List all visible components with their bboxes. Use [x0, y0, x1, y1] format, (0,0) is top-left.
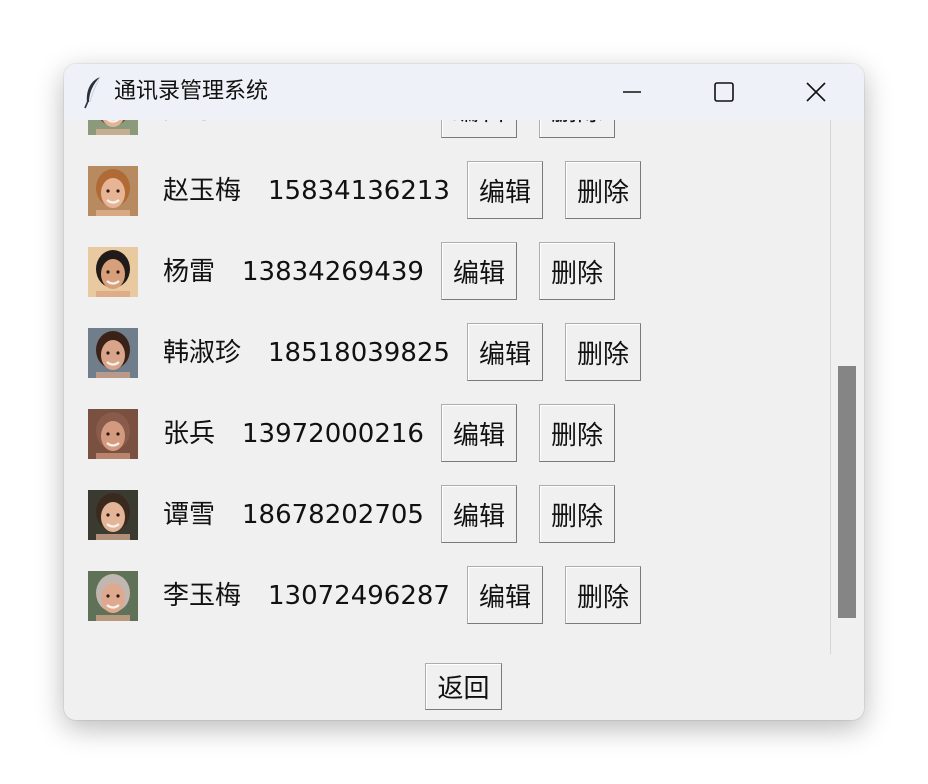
delete-button[interactable]: 删除	[565, 161, 641, 219]
contact-name: 张兵	[163, 419, 216, 449]
face-icon	[88, 247, 138, 297]
maximize-button[interactable]	[678, 64, 770, 120]
delete-button[interactable]: 删除	[539, 242, 615, 300]
edit-button[interactable]: 编辑	[467, 323, 543, 381]
avatar	[88, 490, 138, 540]
title-bar[interactable]: 通讯录管理系统	[64, 64, 864, 120]
feather-icon	[84, 76, 101, 109]
face-icon	[88, 120, 138, 135]
contact-phone: 18678202705	[242, 500, 424, 530]
contact-phone: 13834269439	[242, 257, 424, 287]
contact-name: 赵玉梅	[163, 176, 242, 206]
contact-row: 韩淑珍 18518039825 编辑 删除	[64, 312, 830, 393]
contact-row: 谭雪 18678202705 编辑 删除	[64, 474, 830, 555]
edit-button[interactable]: 编辑	[441, 404, 517, 462]
edit-button[interactable]: 编辑	[467, 161, 543, 219]
face-icon	[88, 490, 138, 540]
contact-name: 杨雷	[163, 257, 216, 287]
delete-button[interactable]: 删除	[565, 323, 641, 381]
avatar	[88, 409, 138, 459]
maximize-icon	[714, 82, 734, 102]
scrollbar-thumb[interactable]	[838, 366, 856, 618]
face-icon	[88, 409, 138, 459]
avatar	[88, 328, 138, 378]
contact-phone: 13072496287	[268, 581, 450, 611]
edit-button[interactable]: 编辑	[441, 120, 517, 138]
contact-row: 李玉梅 13072496287 编辑 删除	[64, 555, 830, 636]
face-icon	[88, 166, 138, 216]
delete-button[interactable]: 删除	[539, 485, 615, 543]
avatar	[88, 166, 138, 216]
app-window: 通讯录管理系统 陈婷 18071242918 编辑 删除 赵玉梅 1583413…	[64, 64, 864, 720]
avatar	[88, 247, 138, 297]
minimize-icon	[623, 91, 641, 93]
avatar	[88, 571, 138, 621]
face-icon	[88, 571, 138, 621]
contact-name: 李玉梅	[163, 581, 242, 611]
delete-button[interactable]: 删除	[539, 404, 615, 462]
contact-phone: 18071242918	[242, 120, 424, 128]
contact-list[interactable]: 陈婷 18071242918 编辑 删除 赵玉梅 15834136213 编辑 …	[64, 120, 830, 654]
edit-button[interactable]: 编辑	[441, 242, 517, 300]
contact-row: 杨雷 13834269439 编辑 删除	[64, 231, 830, 312]
contact-row: 张兵 13972000216 编辑 删除	[64, 393, 830, 474]
delete-button[interactable]: 删除	[539, 120, 615, 138]
contact-row: 赵玉梅 15834136213 编辑 删除	[64, 150, 830, 231]
delete-button[interactable]: 删除	[565, 566, 641, 624]
face-icon	[88, 328, 138, 378]
close-button[interactable]	[770, 64, 862, 120]
contact-name: 韩淑珍	[163, 338, 242, 368]
window-title: 通讯录管理系统	[114, 79, 269, 104]
edit-button[interactable]: 编辑	[467, 566, 543, 624]
close-icon	[806, 82, 826, 102]
contact-row: 陈婷 18071242918 编辑 删除	[64, 120, 830, 150]
contact-phone: 13972000216	[242, 419, 424, 449]
contact-name: 陈婷	[163, 120, 215, 128]
minimize-button[interactable]	[586, 64, 678, 120]
edit-button[interactable]: 编辑	[441, 485, 517, 543]
back-button[interactable]: 返回	[425, 663, 502, 710]
avatar	[88, 120, 138, 135]
contact-phone: 18518039825	[268, 338, 450, 368]
contact-phone: 15834136213	[268, 176, 450, 206]
contact-name: 谭雪	[163, 500, 216, 530]
